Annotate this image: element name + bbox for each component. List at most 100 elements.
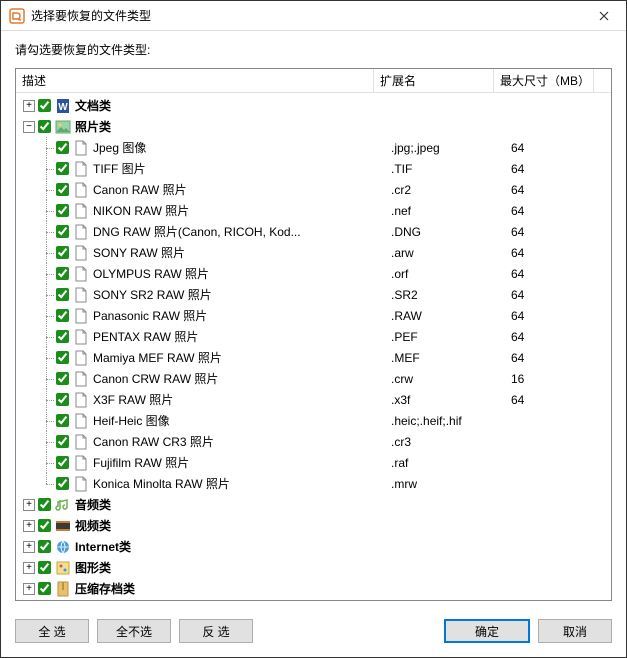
expander-mail[interactable]: + <box>20 599 38 600</box>
file-ext: .DNG <box>391 225 511 239</box>
category-row-audio[interactable]: + 音频类 <box>16 494 611 515</box>
file-type-row[interactable]: SONY SR2 RAW 照片.SR264 <box>16 284 611 305</box>
file-ext: .SR2 <box>391 288 511 302</box>
category-row-video[interactable]: +视频类 <box>16 515 611 536</box>
file-checkbox[interactable] <box>56 288 69 301</box>
category-row-archive[interactable]: +压缩存档类 <box>16 578 611 599</box>
tree-body[interactable]: +W文档类−照片类Jpeg 图像.jpg;.jpeg64TIFF 图片.TIF6… <box>16 93 611 600</box>
category-row-photos[interactable]: − 照片类 <box>16 116 611 137</box>
category-label: 照片类 <box>75 118 391 135</box>
svg-text:W: W <box>58 102 68 113</box>
column-ext[interactable]: 扩展名 <box>374 69 494 92</box>
file-type-row[interactable]: SONY RAW 照片.arw64 <box>16 242 611 263</box>
file-checkbox[interactable] <box>56 393 69 406</box>
category-label: 图形类 <box>75 559 391 576</box>
tree-line <box>38 389 56 410</box>
file-checkbox[interactable] <box>56 435 69 448</box>
file-type-row[interactable]: Mamiya MEF RAW 照片.MEF64 <box>16 347 611 368</box>
checkbox-video[interactable] <box>38 519 51 532</box>
close-button[interactable] <box>582 1 626 31</box>
expander-photos[interactable]: − <box>20 116 38 137</box>
expander-docs[interactable]: + <box>20 95 38 116</box>
file-type-row[interactable]: X3F RAW 照片.x3f64 <box>16 389 611 410</box>
file-ext: .heic;.heif;.hif <box>391 414 511 428</box>
file-checkbox[interactable] <box>56 225 69 238</box>
select-all-button[interactable]: 全 选 <box>15 619 89 643</box>
column-size[interactable]: 最大尺寸（MB） <box>494 69 594 92</box>
video-icon <box>55 518 71 534</box>
file-size: 16 <box>511 372 611 386</box>
cancel-button[interactable]: 取消 <box>538 619 612 643</box>
tree-line <box>38 452 56 473</box>
file-checkbox[interactable] <box>56 372 69 385</box>
file-type-row[interactable]: NIKON RAW 照片.nef64 <box>16 200 611 221</box>
checkbox-graphics[interactable] <box>38 561 51 574</box>
file-ext: .x3f <box>391 393 511 407</box>
window-title: 选择要恢复的文件类型 <box>31 7 582 24</box>
ok-button[interactable]: 确定 <box>444 619 530 643</box>
file-icon <box>73 476 89 492</box>
file-type-row[interactable]: Canon CRW RAW 照片.crw16 <box>16 368 611 389</box>
file-icon <box>73 308 89 324</box>
column-desc[interactable]: 描述 <box>16 69 374 92</box>
file-icon <box>73 455 89 471</box>
file-type-row[interactable]: TIFF 图片.TIF64 <box>16 158 611 179</box>
graphics-icon <box>55 560 71 576</box>
expander-archive[interactable]: + <box>20 578 38 599</box>
file-label: TIFF 图片 <box>93 160 391 177</box>
expander-video[interactable]: + <box>20 515 38 536</box>
file-type-row[interactable]: Heif-Heic 图像.heic;.heif;.hif <box>16 410 611 431</box>
file-label: Panasonic RAW 照片 <box>93 307 391 324</box>
file-type-row[interactable]: Konica Minolta RAW 照片.mrw <box>16 473 611 494</box>
file-checkbox[interactable] <box>56 351 69 364</box>
category-row-internet[interactable]: + Internet类 <box>16 536 611 557</box>
file-type-row[interactable]: Panasonic RAW 照片.RAW64 <box>16 305 611 326</box>
category-row-graphics[interactable]: + 图形类 <box>16 557 611 578</box>
file-type-row[interactable]: Fujifilm RAW 照片.raf <box>16 452 611 473</box>
file-checkbox[interactable] <box>56 204 69 217</box>
file-icon <box>73 287 89 303</box>
invert-button[interactable]: 反 选 <box>179 619 253 643</box>
file-checkbox[interactable] <box>56 246 69 259</box>
file-type-row[interactable]: PENTAX RAW 照片.PEF64 <box>16 326 611 347</box>
checkbox-archive[interactable] <box>38 582 51 595</box>
file-size: 64 <box>511 330 611 344</box>
expander-internet[interactable]: + <box>20 536 38 557</box>
file-type-row[interactable]: Canon RAW 照片.cr264 <box>16 179 611 200</box>
file-checkbox[interactable] <box>56 267 69 280</box>
file-checkbox[interactable] <box>56 330 69 343</box>
file-checkbox[interactable] <box>56 414 69 427</box>
internet-icon <box>55 539 71 555</box>
file-label: Canon RAW 照片 <box>93 181 391 198</box>
category-label: 音频类 <box>75 496 391 513</box>
category-label: Internet类 <box>75 538 391 555</box>
photos-icon <box>55 119 71 135</box>
file-checkbox[interactable] <box>56 309 69 322</box>
select-none-button[interactable]: 全不选 <box>97 619 171 643</box>
tree-line <box>38 284 56 305</box>
file-checkbox[interactable] <box>56 141 69 154</box>
checkbox-audio[interactable] <box>38 498 51 511</box>
file-ext: .nef <box>391 204 511 218</box>
checkbox-docs[interactable] <box>38 99 51 112</box>
file-checkbox[interactable] <box>56 477 69 490</box>
file-type-row[interactable]: Canon RAW CR3 照片.cr3 <box>16 431 611 452</box>
expander-graphics[interactable]: + <box>20 557 38 578</box>
file-label: NIKON RAW 照片 <box>93 202 391 219</box>
expander-audio[interactable]: + <box>20 494 38 515</box>
file-type-row[interactable]: OLYMPUS RAW 照片.orf64 <box>16 263 611 284</box>
titlebar: 选择要恢复的文件类型 <box>1 1 626 31</box>
tree-line <box>38 431 56 452</box>
checkbox-photos[interactable] <box>38 120 51 133</box>
file-size: 64 <box>511 225 611 239</box>
file-ext: .arw <box>391 246 511 260</box>
file-type-row[interactable]: Jpeg 图像.jpg;.jpeg64 <box>16 137 611 158</box>
category-row-mail[interactable]: +邮件类 <box>16 599 611 600</box>
file-type-row[interactable]: DNG RAW 照片(Canon, RICOH, Kod....DNG64 <box>16 221 611 242</box>
checkbox-internet[interactable] <box>38 540 51 553</box>
category-row-docs[interactable]: +W文档类 <box>16 95 611 116</box>
file-checkbox[interactable] <box>56 183 69 196</box>
file-label: Heif-Heic 图像 <box>93 412 391 429</box>
file-checkbox[interactable] <box>56 162 69 175</box>
file-checkbox[interactable] <box>56 456 69 469</box>
